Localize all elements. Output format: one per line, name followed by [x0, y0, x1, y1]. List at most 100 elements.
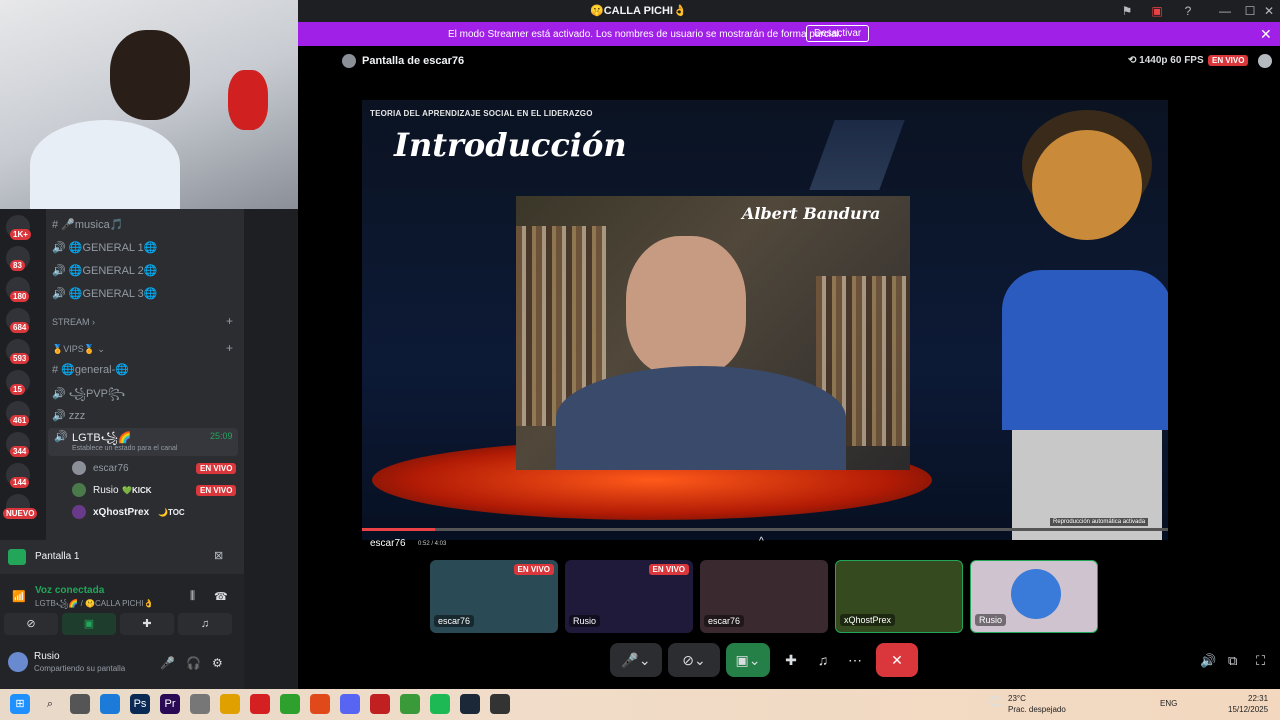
- category-vips[interactable]: 🏅VIPS🏅 ⌄: [52, 344, 105, 355]
- popout-icon[interactable]: ⧉: [1228, 653, 1237, 669]
- channel-general1[interactable]: 🔊 🌐GENERAL 1🌐: [52, 241, 158, 254]
- tile-live-badge: EN VIVO: [513, 564, 554, 575]
- channel-general2[interactable]: 🔊 🌐GENERAL 2🌐: [52, 264, 158, 277]
- activities-button[interactable]: ✚: [120, 613, 174, 635]
- app-icon[interactable]: [190, 694, 210, 714]
- mic-icon[interactable]: 🎤: [160, 656, 175, 670]
- taskbar: ⊞ ⌕ Ps Pr 🌤 23°C Prac. despejado ENG 22:…: [0, 689, 1280, 720]
- start-icon[interactable]: ⊞: [10, 694, 30, 714]
- activities-icon[interactable]: ✚: [776, 643, 806, 677]
- channel-status-hint[interactable]: Establece un estado para el canal: [72, 445, 177, 452]
- stop-stream-icon[interactable]: ⊠: [214, 549, 223, 562]
- username: Rusio: [34, 651, 60, 662]
- search-icon[interactable]: ⌕: [40, 694, 60, 714]
- soundboard-button[interactable]: ♫: [178, 613, 232, 635]
- chevron-up-icon[interactable]: ^: [759, 536, 764, 547]
- volume-icon[interactable]: 🔊: [1200, 653, 1216, 669]
- server-mention-count: 461: [10, 415, 30, 426]
- channel-general-text[interactable]: # 🌐general-🌐: [52, 363, 129, 376]
- screen-share-button[interactable]: ▣: [62, 613, 116, 635]
- noise-suppression-icon[interactable]: ⫼: [190, 590, 195, 603]
- photoshop-icon[interactable]: Ps: [130, 694, 150, 714]
- category-stream[interactable]: STREAM ›: [52, 317, 95, 327]
- help-icon[interactable]: ?: [1177, 3, 1199, 19]
- steam-icon[interactable]: [460, 694, 480, 714]
- clock-date[interactable]: 15/12/2025: [1228, 705, 1268, 714]
- update-icon[interactable]: ▣: [1146, 3, 1168, 19]
- headphones-icon[interactable]: 🎧: [186, 656, 201, 670]
- video-progress-bar[interactable]: [362, 528, 1168, 531]
- spotify-icon[interactable]: [430, 694, 450, 714]
- voice-status[interactable]: Voz conectada: [35, 585, 104, 596]
- channel-musica[interactable]: # 🎤musica🎵: [52, 218, 123, 231]
- participant-tile[interactable]: escar76: [700, 560, 828, 633]
- channel-pvp[interactable]: 🔊 ꧁PVP꧂: [52, 386, 125, 408]
- discord-icon[interactable]: [340, 694, 360, 714]
- chat-icon[interactable]: [1258, 54, 1272, 68]
- video-controls: escar76 0:52 / 4:03 ^: [362, 534, 1168, 554]
- premiere-icon[interactable]: Pr: [160, 694, 180, 714]
- screen-share-icon[interactable]: ▣⌄: [726, 643, 770, 677]
- screen-share-preview[interactable]: Pantalla 1 ⊠: [0, 540, 244, 574]
- voice-user-name[interactable]: Rusio: [93, 485, 119, 496]
- disconnect-call-icon[interactable]: ☎: [214, 590, 228, 603]
- quality-badge: ⟲ 1440p 60 FPS: [1128, 55, 1204, 66]
- channel-general3[interactable]: 🔊 🌐GENERAL 3🌐: [52, 287, 158, 300]
- camera-off-icon[interactable]: ⊘⌄: [668, 643, 720, 677]
- minecraft-icon[interactable]: [280, 694, 300, 714]
- clock-time[interactable]: 22:31: [1248, 694, 1268, 703]
- soundboard-icon[interactable]: ♫: [808, 643, 838, 677]
- voice-icon: 🔊: [54, 431, 68, 443]
- weather-icon[interactable]: 🌤: [987, 693, 1005, 710]
- app-icon[interactable]: [490, 694, 510, 714]
- voice-user-name[interactable]: escar76: [93, 463, 129, 474]
- chrome-icon[interactable]: [400, 694, 420, 714]
- app-icon[interactable]: [70, 694, 90, 714]
- disable-streamer-button[interactable]: Desactivar: [806, 25, 870, 42]
- add-channel-icon[interactable]: +: [226, 314, 233, 328]
- person-head: [626, 236, 746, 376]
- participant-name: Rusio: [569, 615, 601, 627]
- server-mention-count: 83: [10, 260, 25, 271]
- add-channel-icon[interactable]: +: [226, 341, 233, 355]
- mic-icon[interactable]: 🎤⌄: [610, 643, 662, 677]
- weather-temp: 23°C: [1008, 694, 1026, 703]
- channel-zzz[interactable]: 🔊 zzz: [52, 409, 85, 422]
- participant-tile[interactable]: Rusio: [970, 560, 1098, 633]
- participant-tile[interactable]: escar76 EN VIVO: [430, 560, 558, 633]
- video-player[interactable]: TEORIA DEL APRENDIZAJE SOCIAL EN EL LIDE…: [362, 100, 1168, 540]
- screen-icon: [8, 549, 26, 565]
- participant-tile[interactable]: xQhostPrex: [835, 560, 963, 633]
- avatar: [72, 505, 86, 519]
- user-badge: 💚KICK: [122, 486, 152, 495]
- banner-close-icon[interactable]: ✕: [1260, 26, 1272, 43]
- folder-icon[interactable]: [220, 694, 240, 714]
- server-mention-count: NUEVO: [3, 508, 38, 519]
- window-title: 🤫CALLA PICHI👌: [590, 5, 687, 17]
- app-icon[interactable]: [370, 694, 390, 714]
- avatar[interactable]: [8, 652, 28, 672]
- person-body: [556, 366, 846, 470]
- voice-user-name[interactable]: xQhostPrex: [93, 507, 149, 518]
- lamp-shape: [809, 120, 905, 190]
- brave-icon[interactable]: [310, 694, 330, 714]
- participant-tile[interactable]: Rusio EN VIVO: [565, 560, 693, 633]
- minimize-button[interactable]: —: [1214, 3, 1236, 19]
- close-button[interactable]: ✕: [1258, 3, 1280, 19]
- streamer-mode-banner: El modo Streamer está activado. Los nomb…: [298, 22, 1280, 46]
- user-area: Rusio Compartiendo su pantalla 🎤 🎧 ⚙: [0, 644, 244, 690]
- user-status: Compartiendo su pantalla: [34, 664, 126, 673]
- user-live-badge: EN VIVO: [196, 463, 237, 474]
- camera-button[interactable]: ⊘: [4, 613, 58, 635]
- language-indicator[interactable]: ENG: [1160, 699, 1177, 708]
- gear-icon[interactable]: ⚙: [212, 656, 223, 670]
- fullscreen-icon[interactable]: ⛶: [1256, 653, 1265, 669]
- app-icon[interactable]: [250, 694, 270, 714]
- slide-subtitle: TEORIA DEL APRENDIZAJE SOCIAL EN EL LIDE…: [370, 109, 593, 118]
- edge-icon[interactable]: [100, 694, 120, 714]
- channel-lgtb-active[interactable]: 🔊 LGTB꧁🌈 25:09 Establece un estado para …: [48, 428, 238, 456]
- inbox-icon[interactable]: ⚑: [1116, 3, 1138, 19]
- voice-channel[interactable]: LGTB꧁🌈 / 🤫CALLA PICHI👌: [35, 598, 153, 614]
- more-icon[interactable]: ⋯: [840, 643, 870, 677]
- disconnect-icon[interactable]: ✕: [876, 643, 918, 677]
